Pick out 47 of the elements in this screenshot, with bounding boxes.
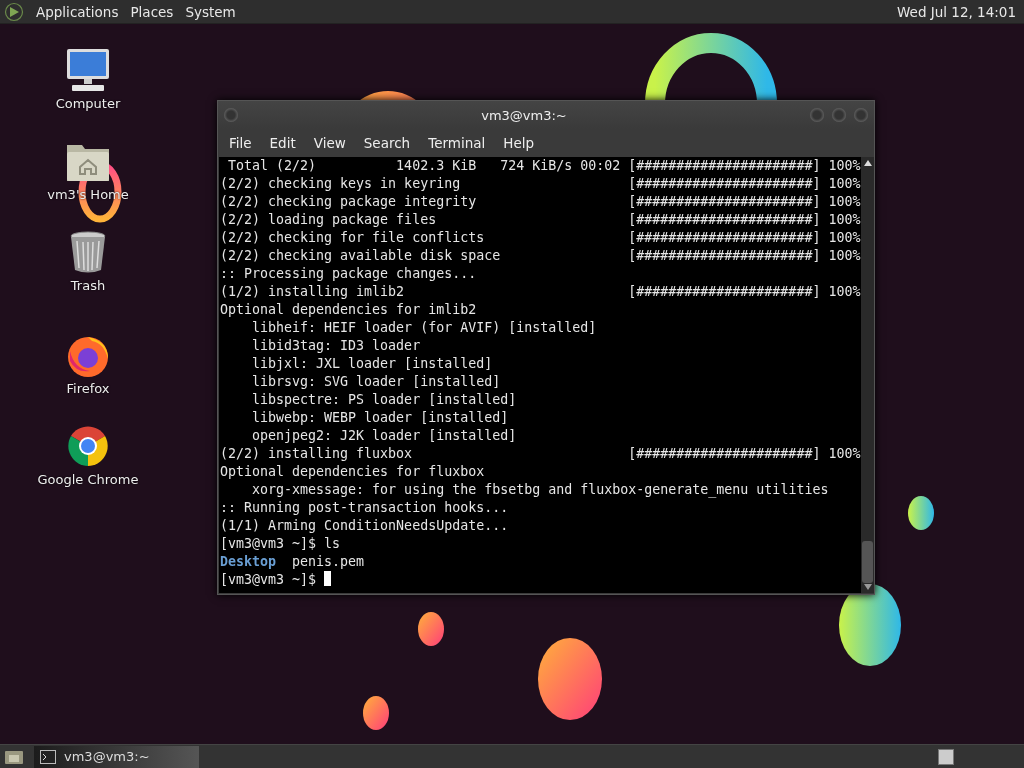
menu-item[interactable]: Search <box>354 133 420 153</box>
terminal-line: Desktop penis.pem <box>220 553 365 571</box>
desktop-icon-label[interactable]: Trash <box>70 278 106 293</box>
monitor-icon[interactable] <box>64 46 112 94</box>
terminal-line: (2/2) installing fluxbox [######################] 100% <box>220 445 861 463</box>
terminal-line: (2/2) checking keys in keyring [######################] 100% <box>220 175 861 193</box>
panel-menu[interactable]: Applications <box>32 3 127 20</box>
terminal-line: libheif: HEIF loader (for AVIF) [installed] <box>251 319 597 337</box>
terminal-line: libjxl: JXL loader [installed] <box>251 355 493 373</box>
clock[interactable]: Wed Jul 12, 14:01 <box>897 3 1020 20</box>
terminal-line: libwebp: WEBP loader [installed] <box>251 409 509 427</box>
terminal-line: (2/2) loading package files [######################] 100% <box>220 211 861 229</box>
terminal-line: xorg-xmessage: for using the fbsetbg and fluxbox-generate_menu utilities <box>251 481 829 499</box>
start-logo-icon[interactable] <box>4 1 24 22</box>
terminal-line: [vm3@vm3 ~]$ ls <box>220 535 341 553</box>
terminal-line: (2/2) checking for file conflicts [######################] 100% <box>220 229 861 247</box>
workspace-switcher[interactable] <box>938 748 954 765</box>
terminal-line: (2/2) checking package integrity [######################] 100% <box>220 193 861 211</box>
terminal-line: [vm3@vm3 ~]$ <box>220 571 332 589</box>
desktop-icon-label[interactable]: Firefox <box>66 381 110 396</box>
desktop-icon-label[interactable]: Computer <box>55 96 121 111</box>
terminal-line: (2/2) checking available disk space [######################] 100% <box>220 247 861 265</box>
scroll-up-icon[interactable] <box>862 159 873 167</box>
terminal-line: Total (2/2) 1402.3 KiB 724 KiB/s 00:02 [######################] 100% <box>227 157 861 175</box>
window-title: vm3@vm3:~ <box>480 107 568 123</box>
menu-item[interactable]: Terminal <box>419 133 495 153</box>
menu-item[interactable]: View <box>304 133 355 153</box>
terminal-line: openjpeg2: J2K loader [installed] <box>251 427 517 445</box>
terminal-line: :: Processing package changes... <box>220 265 477 283</box>
desktop-icon-label[interactable]: Google Chrome <box>37 472 139 487</box>
terminal-line: librsvg: SVG loader [installed] <box>251 373 501 391</box>
terminal-line: libspectre: PS loader [installed] <box>251 391 517 409</box>
scrollbar-thumb[interactable] <box>862 541 873 583</box>
menu-item[interactable]: Edit <box>260 133 305 153</box>
task-button[interactable]: vm3@vm3:~ <box>34 745 199 768</box>
scrollbar[interactable] <box>861 157 874 593</box>
panel-menu[interactable]: System <box>181 3 244 20</box>
terminal-line: :: Running post-transaction hooks... <box>220 499 509 517</box>
terminal-line: libid3tag: ID3 loader <box>251 337 421 355</box>
terminal-line: (1/2) installing imlib2 [######################] 100% <box>220 283 861 301</box>
menu-item[interactable]: Help <box>494 133 544 153</box>
terminal-line: Optional dependencies for imlib2 <box>220 301 477 319</box>
terminal-line: Optional dependencies for fluxbox <box>220 463 485 481</box>
panel-menu[interactable]: Places <box>126 3 182 20</box>
terminal-icon <box>40 749 56 764</box>
menu-item[interactable]: File <box>220 133 261 153</box>
terminal-line: (1/1) Arming ConditionNeedsUpdate... <box>220 517 509 535</box>
